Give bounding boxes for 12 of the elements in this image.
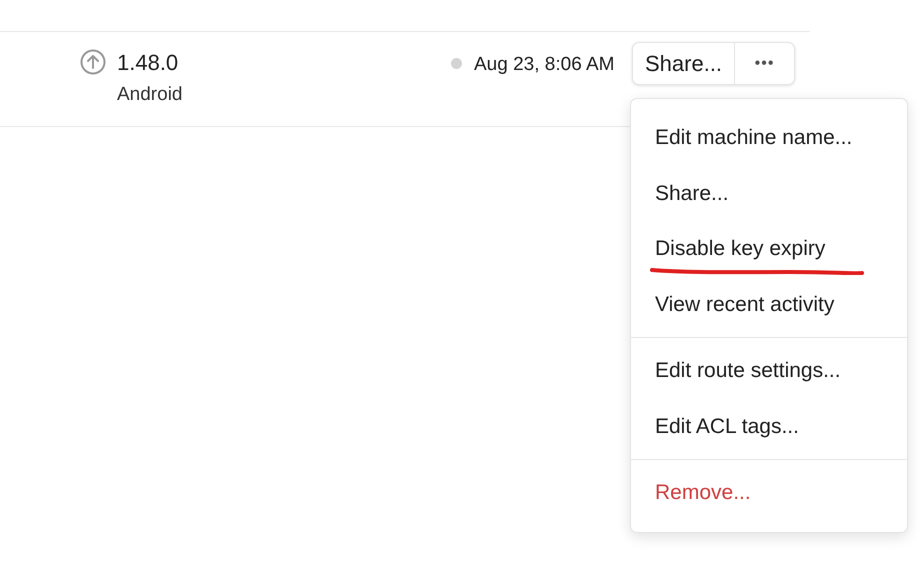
menu-item[interactable]: View recent activity <box>631 276 907 332</box>
menu-item[interactable]: Edit ACL tags... <box>631 398 907 454</box>
share-button[interactable]: Share... <box>633 43 734 84</box>
os-text: Android <box>117 83 182 107</box>
menu-item[interactable]: Disable key expiry <box>631 221 907 276</box>
menu-item[interactable]: Edit route settings... <box>631 343 907 398</box>
menu-item[interactable]: Edit machine name... <box>631 110 907 166</box>
last-seen-text: Aug 23, 8:06 AM <box>474 53 614 77</box>
version-text: 1.48.0 <box>117 49 178 77</box>
menu-item[interactable]: Remove... <box>631 465 907 520</box>
more-button[interactable]: ••• <box>734 43 794 84</box>
menu-item[interactable]: Share... <box>631 166 907 221</box>
